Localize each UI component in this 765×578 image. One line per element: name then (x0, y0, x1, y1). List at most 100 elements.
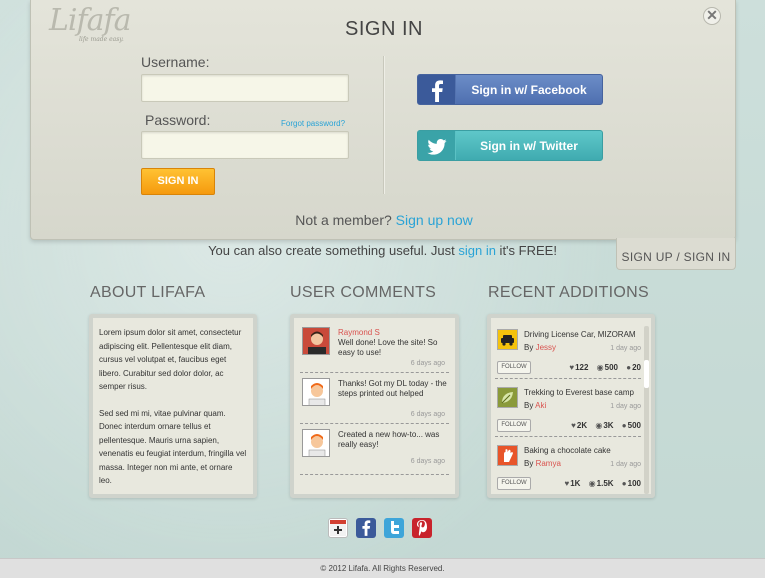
about-paragraph: Sed sed mi mi, vitae pulvinar quam. Done… (99, 408, 247, 486)
speech-bubble-icon: ● (621, 421, 627, 430)
recent-stats: ♥122 ◉500 ●20 (563, 363, 641, 372)
recent-scrollbar[interactable] (644, 326, 649, 494)
tagline-before: You can also create something useful. Ju… (208, 243, 459, 258)
comment-text: Created a new how-to... was really easy! (338, 430, 440, 449)
views-stat: ◉500 (597, 363, 618, 372)
views-stat: ◉3K (595, 421, 613, 430)
comment-time: 6 days ago (410, 458, 445, 465)
pinterest-icon[interactable] (412, 518, 432, 538)
about-text: Lorem ipsum dolor sit amet, consectetur … (99, 326, 247, 488)
recent-title[interactable]: Baking a chocolate cake (524, 446, 611, 455)
comment-item: Thanks! Got my DL today - the steps prin… (300, 373, 449, 424)
tagline-after: it's FREE! (495, 243, 557, 258)
google-plus-icon[interactable] (328, 518, 348, 538)
not-member-text: Not a member? (295, 212, 392, 228)
by-label: By (524, 401, 536, 410)
car-icon (497, 329, 518, 350)
scrollbar-thumb[interactable] (644, 360, 649, 388)
comments-card: Raymond S Well done! Love the site! So e… (290, 314, 459, 498)
heart-icon: ♥ (569, 363, 575, 372)
eye-icon: ◉ (596, 363, 604, 372)
avatar (302, 327, 330, 355)
username-input[interactable] (141, 74, 349, 102)
about-heading: ABOUT LIFAFA (90, 284, 206, 301)
footer: © 2012 Lifafa. All Rights Reserved. (0, 558, 765, 578)
facebook-icon[interactable] (356, 518, 376, 538)
comments-count: 500 (627, 421, 641, 430)
follow-button[interactable]: FOLLOW (497, 361, 531, 374)
heart-icon: ♥ (564, 479, 570, 488)
about-card: Lorem ipsum dolor sit amet, consectetur … (89, 314, 257, 498)
username-label: Username: (141, 54, 210, 70)
recent-time: 1 day ago (610, 403, 641, 410)
recent-heading: RECENT ADDITIONS (488, 284, 649, 301)
comment-text: Thanks! Got my DL today - the steps prin… (338, 379, 447, 398)
leaf-icon (497, 387, 518, 408)
eye-icon: ◉ (595, 421, 603, 430)
facebook-icon (418, 75, 456, 104)
panel-divider (383, 56, 384, 194)
likes-stat: ♥1K (564, 479, 580, 488)
comments-count: 100 (627, 479, 641, 488)
heart-icon: ♥ (571, 421, 576, 430)
views-count: 500 (604, 363, 619, 372)
by-label: By (524, 459, 536, 468)
facebook-signin-button[interactable]: Sign in w/ Facebook (417, 74, 603, 105)
comments-count: 20 (632, 363, 641, 372)
twitter-signin-button[interactable]: Sign in w/ Twitter (417, 130, 603, 161)
follow-button[interactable]: FOLLOW (497, 477, 531, 490)
recent-author[interactable]: Aki (535, 401, 546, 410)
facebook-button-label: Sign in w/ Facebook (471, 83, 587, 97)
recent-time: 1 day ago (610, 345, 641, 352)
signin-button[interactable]: SIGN IN (141, 168, 215, 195)
comments-stat: ●20 (626, 363, 641, 372)
by-label: By (524, 343, 536, 352)
likes-stat: ♥2K (571, 421, 587, 430)
close-button[interactable]: ✕ (703, 7, 721, 25)
comments-heading: USER COMMENTS (290, 284, 437, 301)
recent-author[interactable]: Jessy (536, 343, 556, 352)
likes-count: 1K (570, 479, 581, 488)
speech-bubble-icon: ● (626, 363, 632, 372)
twitter-icon (418, 131, 456, 160)
views-count: 1.5K (596, 479, 614, 488)
hand-icon (497, 445, 518, 466)
recent-card: Driving License Car, MIZORAM By Jessy 1 … (487, 314, 655, 498)
recent-item[interactable]: Driving License Car, MIZORAM By Jessy 1 … (495, 321, 641, 379)
speech-bubble-icon: ● (621, 479, 627, 488)
recent-byline: By Jessy (524, 343, 556, 352)
comment-item: Raymond S Well done! Love the site! So e… (300, 322, 449, 373)
comment-item: Created a new how-to... was really easy!… (300, 424, 449, 475)
recent-stats: ♥1K ◉1.5K ●100 (558, 479, 641, 488)
recent-byline: By Ramya (524, 459, 561, 468)
share-icons (328, 518, 432, 538)
recent-title[interactable]: Driving License Car, MIZORAM (524, 330, 636, 339)
password-input[interactable] (141, 131, 349, 159)
avatar (302, 378, 330, 406)
recent-item[interactable]: Baking a chocolate cake By Ramya 1 day a… (495, 437, 641, 495)
comment-time: 6 days ago (410, 411, 445, 418)
signup-link[interactable]: Sign up now (396, 212, 473, 228)
views-count: 3K (603, 421, 614, 430)
eye-icon: ◉ (588, 479, 596, 488)
recent-author[interactable]: Ramya (536, 459, 561, 468)
password-label: Password: (145, 112, 211, 128)
likes-stat: ♥122 (569, 363, 588, 372)
not-member-row: Not a member? Sign up now (31, 212, 737, 228)
tagline: You can also create something useful. Ju… (0, 243, 765, 258)
recent-item[interactable]: Trekking to Everest base camp By Aki 1 d… (495, 379, 641, 437)
avatar (302, 429, 330, 457)
comment-author: Raymond S (338, 328, 380, 337)
tagline-signin-link[interactable]: sign in (458, 243, 496, 258)
likes-count: 122 (575, 363, 589, 372)
views-stat: ◉1.5K (589, 479, 614, 488)
recent-title[interactable]: Trekking to Everest base camp (524, 388, 634, 397)
recent-time: 1 day ago (610, 461, 641, 468)
comment-text: Well done! Love the site! So easy to use… (338, 338, 438, 357)
forgot-password-link[interactable]: Forgot password? (281, 119, 345, 128)
likes-count: 2K (576, 421, 588, 430)
comment-time: 6 days ago (410, 360, 445, 367)
twitter-icon[interactable] (384, 518, 404, 538)
follow-button[interactable]: FOLLOW (497, 419, 531, 432)
twitter-button-label: Sign in w/ Twitter (480, 139, 578, 153)
